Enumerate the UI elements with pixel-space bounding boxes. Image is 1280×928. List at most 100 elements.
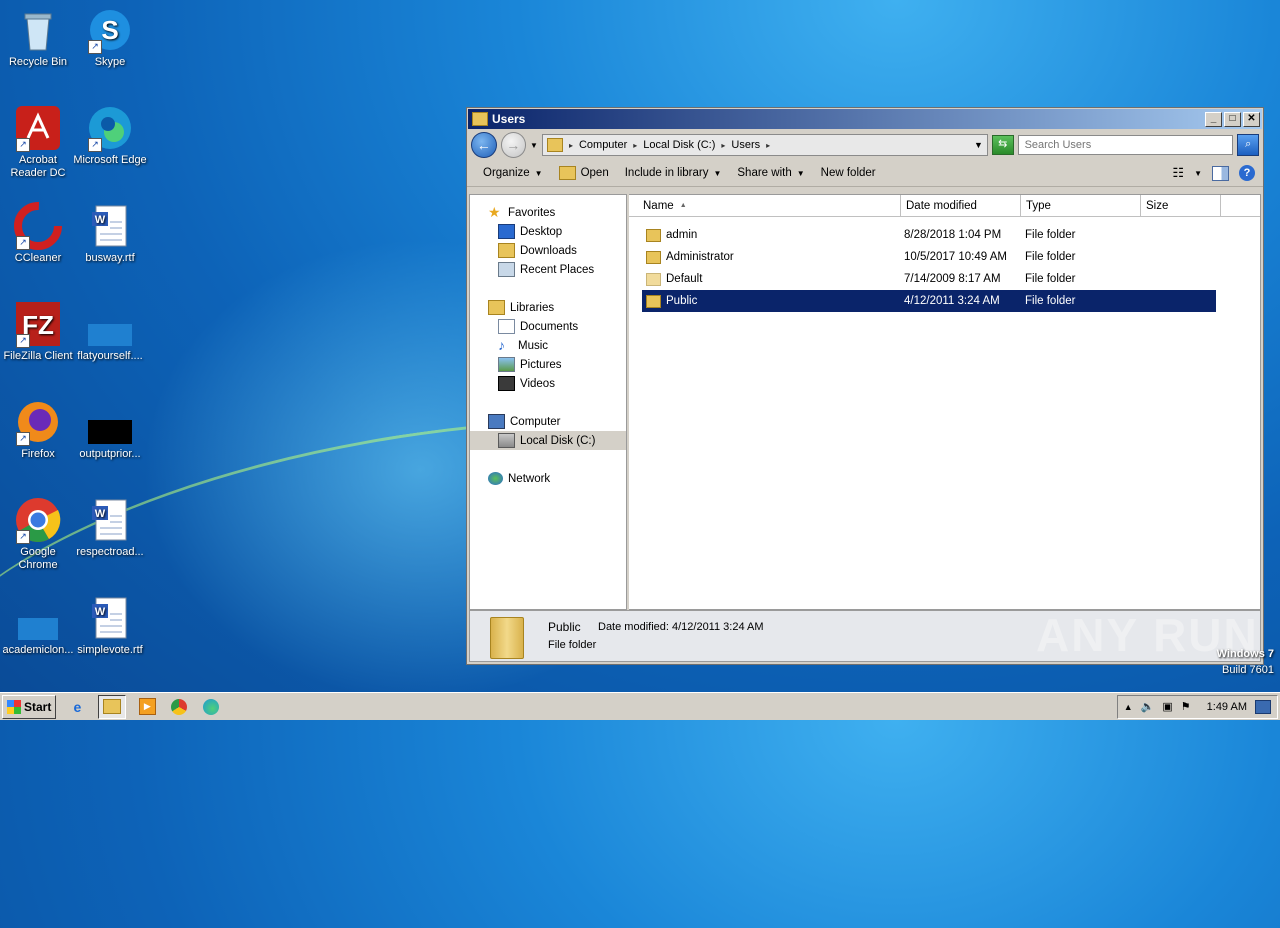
forward-button[interactable]: →	[500, 132, 527, 158]
file-row-admin[interactable]: admin 8/28/2018 1:04 PM File folder	[642, 224, 1216, 246]
shortcut-arrow-icon: ↗	[16, 530, 30, 544]
media-player-icon[interactable]: ▶	[136, 696, 158, 718]
nav-downloads[interactable]: Downloads	[470, 241, 626, 260]
desktop-icon-respectroad[interactable]: W respectroad...	[72, 496, 148, 559]
folder-icon	[646, 294, 661, 308]
title-bar[interactable]: Users _ □ ✕	[468, 109, 1262, 129]
desktop-icon-skype[interactable]: S ↗ Skype	[72, 6, 148, 69]
back-button[interactable]: ←	[471, 132, 497, 158]
flag-icon[interactable]: ⚑	[1181, 700, 1191, 713]
open-button[interactable]: Open	[551, 166, 617, 180]
recent-places-icon	[498, 262, 515, 277]
address-bar[interactable]: ▸ Computer ▸ Local Disk (C:) ▸ Users ▸ ▼	[541, 134, 988, 156]
clock[interactable]: 1:49 AM	[1207, 701, 1247, 713]
desktop-icon	[498, 224, 515, 239]
desktop-icon-filezilla[interactable]: FZ ↗ FileZilla Client	[0, 300, 76, 363]
network-tray-icon[interactable]: ▣	[1162, 700, 1172, 713]
desktop-icon-flatyourself[interactable]: flatyourself....	[72, 300, 148, 363]
file-row-public[interactable]: Public 4/12/2011 3:24 AM File folder	[642, 290, 1216, 312]
volume-icon[interactable]: 🔈	[1141, 700, 1155, 713]
desktop-icon-academiclon[interactable]: academiclon...	[0, 594, 76, 657]
nav-videos[interactable]: Videos	[470, 374, 626, 393]
desktop-icon-outputprior[interactable]: outputprior...	[72, 398, 148, 461]
column-header-size[interactable]: Size	[1141, 195, 1221, 216]
word-document-icon: W	[86, 594, 134, 642]
show-hidden-icons-icon[interactable]: ▲	[1124, 702, 1133, 712]
details-type: File folder	[548, 639, 597, 651]
nav-recent-places[interactable]: Recent Places	[470, 260, 626, 279]
file-row-default[interactable]: Default 7/14/2009 8:17 AM File folder	[642, 268, 1216, 290]
filezilla-icon: FZ ↗	[14, 300, 62, 348]
show-desktop-icon[interactable]	[1255, 699, 1271, 714]
view-dropdown-icon[interactable]: ▼	[1194, 169, 1202, 178]
nav-documents[interactable]: Documents	[470, 317, 626, 336]
edge-taskbar-icon[interactable]	[200, 696, 222, 718]
explorer-window: Users _ □ ✕ ← → ▼ ▸ Computer ▸ Local Dis…	[466, 107, 1264, 665]
explorer-taskbar-icon[interactable]	[98, 694, 127, 719]
minimize-button[interactable]: _	[1205, 111, 1222, 127]
nav-libraries[interactable]: Libraries	[470, 298, 626, 317]
preview-pane-icon[interactable]	[1212, 165, 1229, 181]
os-version-text: Windows 7 Build 7601	[1216, 648, 1274, 676]
ccleaner-icon: ↗	[14, 202, 62, 250]
close-button[interactable]: ✕	[1243, 111, 1260, 127]
nav-pictures[interactable]: Pictures	[470, 355, 626, 374]
nav-local-disk[interactable]: Local Disk (C:)	[470, 431, 626, 450]
desktop-icon-recycle-bin[interactable]: Recycle Bin	[0, 6, 76, 69]
breadcrumb-local-disk[interactable]: Local Disk (C:)	[643, 139, 715, 151]
help-icon[interactable]: ?	[1239, 165, 1255, 181]
breadcrumb-computer[interactable]: Computer	[579, 139, 627, 151]
desktop-icon-chrome[interactable]: ↗ Google Chrome	[0, 496, 76, 572]
pictures-icon	[498, 357, 515, 372]
desktop-icon-busway-rtf[interactable]: W busway.rtf	[72, 202, 148, 265]
address-dropdown-icon[interactable]: ▼	[974, 140, 983, 150]
maximize-button[interactable]: □	[1224, 111, 1241, 127]
folder-icon	[646, 272, 661, 286]
desktop-icon-edge[interactable]: ↗ Microsoft Edge	[72, 104, 148, 167]
chevron-down-icon: ▼	[796, 168, 805, 178]
desktop-icon-acrobat[interactable]: ↗ Acrobat Reader DC	[0, 104, 76, 180]
desktop-icon-simplevote-rtf[interactable]: W simplevote.rtf	[72, 594, 148, 657]
search-input[interactable]	[1017, 135, 1234, 155]
shortcut-arrow-icon: ↗	[16, 138, 30, 152]
skype-icon: S ↗	[86, 6, 134, 54]
nav-computer[interactable]: Computer	[470, 412, 626, 431]
command-bar: Organize ▼ Open Include in library ▼ Share…	[467, 160, 1263, 187]
blank-file-icon	[86, 300, 134, 348]
chevron-right-icon[interactable]: ▸	[721, 141, 725, 150]
file-list-pane: Name ▲ Date modified Type Size admin 8/28…	[629, 194, 1261, 610]
recent-pages-dropdown[interactable]: ▼	[530, 141, 538, 150]
start-button[interactable]: Start	[2, 694, 57, 719]
nav-network[interactable]: Network	[470, 469, 626, 488]
nav-desktop[interactable]: Desktop	[470, 222, 626, 241]
column-header-date-modified[interactable]: Date modified	[901, 195, 1021, 216]
nav-favorites[interactable]: ★ Favorites	[470, 203, 626, 222]
file-row-administrator[interactable]: Administrator 10/5/2017 10:49 AM File fo…	[642, 246, 1216, 268]
chevron-down-icon: ▼	[534, 168, 543, 178]
recycle-bin-icon	[14, 6, 62, 54]
column-header-type[interactable]: Type	[1021, 195, 1141, 216]
svg-text:W: W	[95, 214, 106, 226]
refresh-button[interactable]: ⇆	[991, 135, 1014, 155]
new-folder-button[interactable]: New folder	[813, 167, 884, 179]
breadcrumb-users[interactable]: Users	[731, 139, 760, 151]
chrome-taskbar-icon[interactable]	[168, 696, 190, 718]
chevron-right-icon[interactable]: ▸	[569, 141, 573, 150]
share-with-button[interactable]: Share with ▼	[729, 167, 812, 179]
desktop-icon-ccleaner[interactable]: ↗ CCleaner	[0, 202, 76, 265]
folder-icon	[646, 250, 661, 264]
shortcut-arrow-icon: ↗	[16, 334, 30, 348]
search-icon[interactable]: ⌕	[1237, 134, 1259, 156]
chevron-right-icon[interactable]: ▸	[766, 141, 770, 150]
chevron-right-icon[interactable]: ▸	[633, 141, 637, 150]
view-options-icon[interactable]: ☷	[1172, 165, 1184, 181]
include-in-library-button[interactable]: Include in library ▼	[617, 167, 730, 179]
black-file-icon	[86, 398, 134, 446]
window-title: Users	[492, 112, 526, 126]
music-icon: ♪	[498, 337, 505, 353]
internet-explorer-icon[interactable]: e	[66, 696, 88, 718]
desktop-icon-firefox[interactable]: ↗ Firefox	[0, 398, 76, 461]
column-header-name[interactable]: Name ▲	[629, 195, 901, 216]
nav-music[interactable]: ♪ Music	[470, 336, 626, 355]
organize-button[interactable]: Organize ▼	[475, 167, 551, 179]
